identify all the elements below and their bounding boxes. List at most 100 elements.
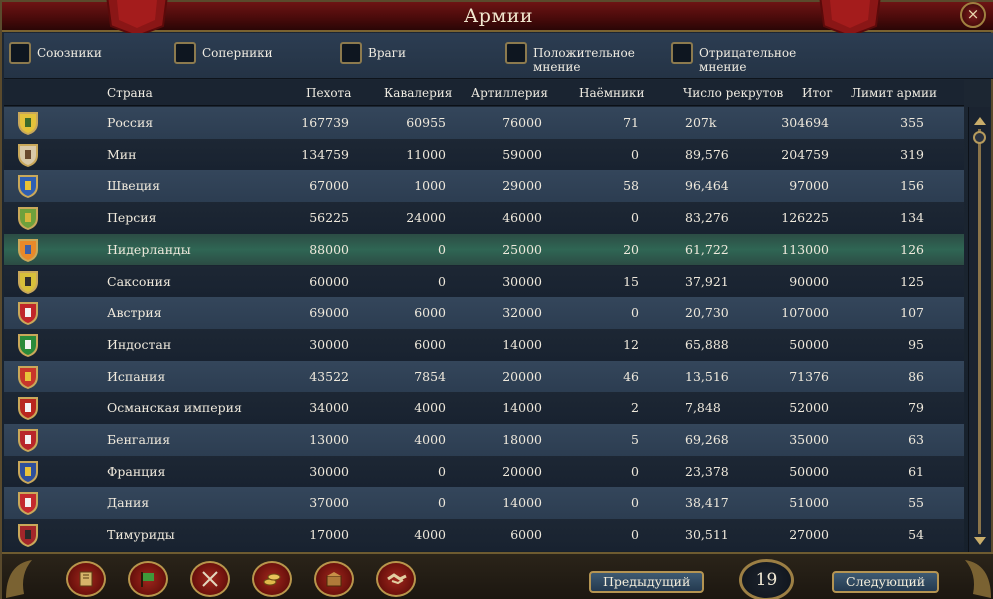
- table-row[interactable]: Дания 37000 0 14000 0 38,417 51000 55: [4, 487, 964, 520]
- page-indicator: 19: [739, 559, 794, 599]
- flag-button[interactable]: [128, 561, 168, 597]
- artillery-cell: 29000: [502, 178, 542, 194]
- total-cell: 107000: [781, 305, 829, 321]
- scroll-thumb[interactable]: [973, 131, 986, 144]
- table-row[interactable]: Австрия 69000 6000 32000 0 20,730 107000 107: [4, 297, 964, 329]
- cavalry-cell: 4000: [414, 400, 446, 416]
- manpower-cell: 65,888: [685, 336, 729, 352]
- manpower-cell: 96,464: [685, 178, 729, 194]
- scrollbar[interactable]: [968, 107, 990, 552]
- table-row[interactable]: Бенгалия 13000 4000 18000 5 69,268 35000 63: [4, 424, 964, 456]
- timurids-flag-icon[interactable]: [16, 522, 40, 548]
- manpower-cell: 38,417: [685, 495, 729, 511]
- filter-positive-opinion[interactable]: Положительное мнение: [505, 42, 645, 74]
- denmark-flag-icon[interactable]: [16, 490, 40, 516]
- country-cell: Россия: [107, 115, 154, 130]
- table-row[interactable]: Швеция 67000 1000 29000 58 96,464 97000 156: [4, 170, 964, 203]
- filter-enemies[interactable]: Враги: [340, 42, 406, 72]
- filter-rivals[interactable]: Соперники: [174, 42, 273, 72]
- table-row[interactable]: Испания 43522 7854 20000 46 13,516 71376 86: [4, 360, 964, 393]
- mercenaries-cell: 20: [623, 241, 639, 257]
- cavalry-cell: 0: [438, 463, 446, 479]
- allies-checkbox[interactable]: [9, 42, 31, 64]
- sweden-flag-icon[interactable]: [16, 173, 40, 199]
- filter-rivals-label: Соперники: [202, 46, 273, 60]
- force-limit-cell: 134: [900, 210, 924, 226]
- table-row[interactable]: Индостан 30000 6000 14000 12 65,888 50000 95: [4, 328, 964, 361]
- col-artillery[interactable]: Артиллерия: [471, 86, 548, 100]
- mercenaries-cell: 0: [631, 527, 639, 543]
- filter-negative-opinion[interactable]: Отрицательное мнение: [671, 42, 811, 74]
- force-limit-cell: 79: [908, 400, 924, 416]
- cavalry-cell: 4000: [414, 527, 446, 543]
- diplomacy-button[interactable]: [376, 561, 416, 597]
- scroll-down-arrow-icon[interactable]: [974, 537, 986, 545]
- ottoman-flag-icon[interactable]: [16, 395, 40, 421]
- filter-bar: Союзники Соперники Враги Положительное м…: [4, 33, 993, 79]
- col-force-limit[interactable]: Лимит армии: [851, 86, 937, 100]
- rivals-checkbox[interactable]: [174, 42, 196, 64]
- enemies-checkbox[interactable]: [340, 42, 362, 64]
- mercenaries-cell: 0: [631, 146, 639, 162]
- trade-button[interactable]: [314, 561, 354, 597]
- close-button[interactable]: ×: [960, 2, 986, 28]
- force-limit-cell: 86: [908, 368, 924, 384]
- country-cell: Швеция: [107, 178, 160, 194]
- austria-flag-icon[interactable]: [16, 300, 40, 326]
- bengal-flag-icon[interactable]: [16, 427, 40, 453]
- force-limit-cell: 54: [908, 527, 924, 543]
- ledger-button[interactable]: [66, 561, 106, 597]
- col-manpower[interactable]: Число рекрутов: [683, 86, 783, 100]
- next-page-button[interactable]: Следующий: [832, 571, 940, 593]
- country-cell: Саксония: [107, 273, 171, 289]
- russia-flag-icon[interactable]: [16, 110, 40, 136]
- previous-page-button[interactable]: Предыдущий: [589, 571, 705, 593]
- total-cell: 50000: [789, 336, 829, 352]
- col-infantry[interactable]: Пехота: [306, 86, 351, 100]
- hindustan-flag-icon[interactable]: [16, 332, 40, 358]
- table-row[interactable]: Саксония 60000 0 30000 15 37,921 90000 125: [4, 265, 964, 298]
- table-row[interactable]: Нидерланды 88000 0 25000 20 61,722 113000 126: [4, 233, 964, 266]
- persia-flag-icon[interactable]: [16, 205, 40, 231]
- table-row[interactable]: Франция 30000 0 20000 0 23,378 50000 61: [4, 455, 964, 488]
- filter-negative-opinion-label: Отрицательное мнение: [699, 46, 797, 74]
- table-row[interactable]: Османская империя 34000 4000 14000 2 7,848 520…: [4, 392, 964, 424]
- infantry-cell: 167739: [301, 115, 349, 130]
- mercenaries-cell: 0: [631, 495, 639, 511]
- scroll-track[interactable]: [978, 129, 981, 534]
- trade-goods-icon: [326, 572, 342, 587]
- total-cell: 71376: [789, 368, 829, 384]
- col-cavalry[interactable]: Кавалерия: [384, 86, 452, 100]
- ming-flag-icon[interactable]: [16, 142, 40, 168]
- country-cell: Мин: [107, 146, 137, 162]
- filter-allies[interactable]: Союзники: [9, 42, 102, 72]
- positive-opinion-checkbox[interactable]: [505, 42, 527, 64]
- military-button[interactable]: [190, 561, 230, 597]
- table-row[interactable]: Мин 134759 11000 59000 0 89,576 204759 319: [4, 138, 964, 171]
- france-flag-icon[interactable]: [16, 459, 40, 485]
- negative-opinion-checkbox[interactable]: [671, 42, 693, 64]
- force-limit-cell: 156: [900, 178, 924, 194]
- spain-flag-icon[interactable]: [16, 364, 40, 390]
- artillery-cell: 46000: [502, 210, 542, 226]
- force-limit-cell: 125: [900, 273, 924, 289]
- table-row[interactable]: Персия 56225 24000 46000 0 83,276 126225 134: [4, 202, 964, 234]
- artillery-cell: 14000: [502, 400, 542, 416]
- close-icon: ×: [966, 5, 980, 23]
- saxony-flag-icon[interactable]: [16, 269, 40, 295]
- cavalry-cell: 6000: [414, 336, 446, 352]
- country-cell: Тимуриды: [107, 527, 175, 543]
- table-row[interactable]: Тимуриды 17000 4000 6000 0 30,511 27000 54: [4, 519, 964, 551]
- netherlands-flag-icon[interactable]: [16, 237, 40, 263]
- infantry-cell: 17000: [309, 527, 349, 543]
- table-row[interactable]: Россия 167739 60955 76000 71 207k 304694 355: [4, 107, 964, 139]
- economy-button[interactable]: [252, 561, 292, 597]
- total-cell: 27000: [789, 527, 829, 543]
- country-cell: Франция: [107, 463, 166, 479]
- col-country[interactable]: Страна: [107, 86, 153, 100]
- scroll-up-arrow-icon[interactable]: [974, 117, 986, 125]
- artillery-cell: 76000: [502, 115, 542, 130]
- col-mercenaries[interactable]: Наёмники: [579, 86, 645, 100]
- col-total[interactable]: Итог: [802, 86, 833, 100]
- right-corner-ornament: [965, 560, 991, 598]
